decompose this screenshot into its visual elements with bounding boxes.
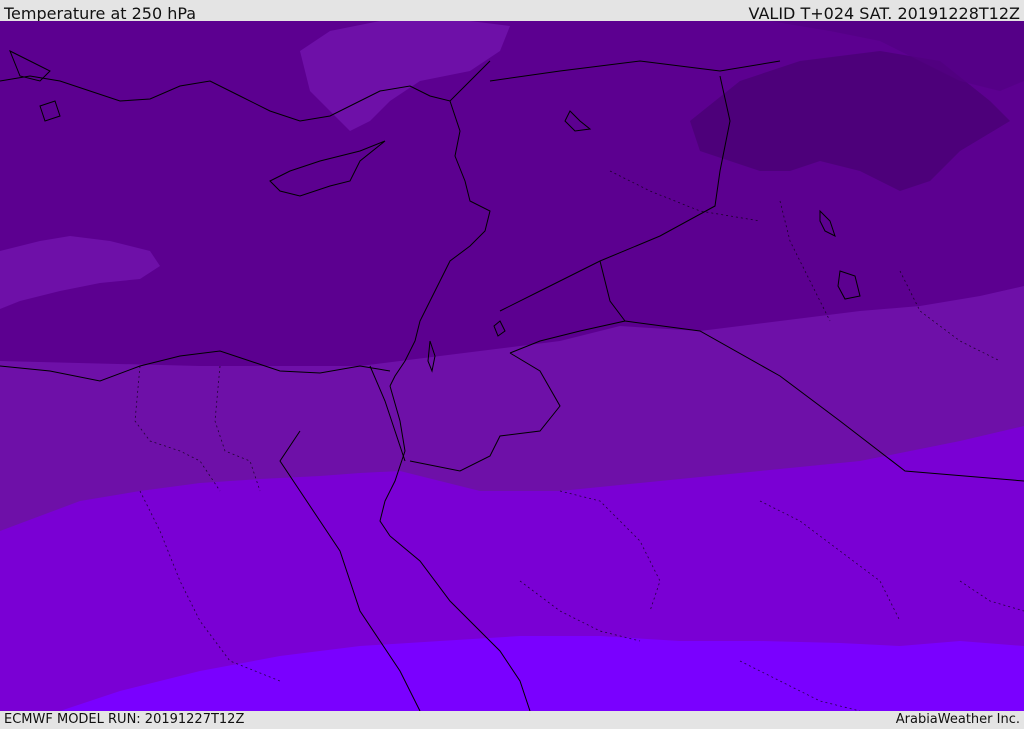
weather-map-frame: Temperature at 250 hPa VALID T+024 SAT. … bbox=[0, 0, 1024, 729]
temperature-map[interactable] bbox=[0, 21, 1024, 711]
model-run-label: ECMWF MODEL RUN: 20191227T12Z bbox=[4, 712, 245, 727]
credit-label: ArabiaWeather Inc. bbox=[895, 712, 1020, 727]
